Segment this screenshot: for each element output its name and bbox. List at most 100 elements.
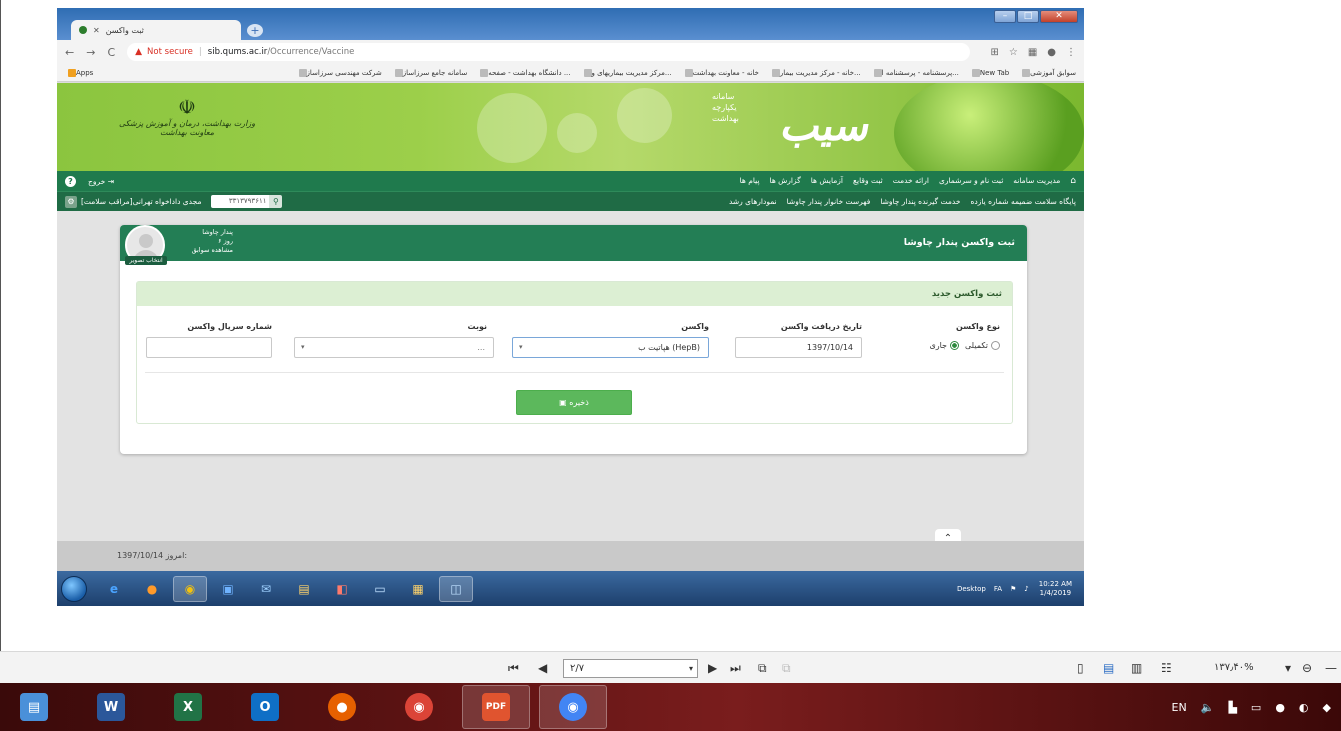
tray-app-icon[interactable]: ◆ bbox=[1323, 701, 1331, 714]
media-icon[interactable]: ◧ bbox=[325, 576, 359, 602]
task-outlook[interactable]: O bbox=[231, 685, 299, 729]
inner-lang[interactable]: FA bbox=[994, 585, 1002, 593]
bookmark-item[interactable]: شرکت مهندسی سرزاساز bbox=[296, 68, 382, 77]
bookmark-item[interactable]: خانه - معاونت بهداشت bbox=[682, 68, 759, 77]
notification-icon[interactable]: ● bbox=[1275, 701, 1285, 714]
vaccine-type-label: نوع واکسن bbox=[956, 322, 1000, 331]
tray-lang[interactable]: EN bbox=[1172, 701, 1187, 714]
firefox-icon[interactable]: ● bbox=[135, 576, 169, 602]
dose-select[interactable]: ▾... bbox=[294, 337, 494, 358]
volume-icon[interactable]: ♪ bbox=[1024, 585, 1028, 593]
search-input[interactable]: ۳۳۱۳۷۹۳۶۱۱ bbox=[211, 195, 270, 208]
columns-icon[interactable]: ☷ bbox=[1161, 661, 1172, 675]
monitor-icon[interactable]: ▭ bbox=[1251, 701, 1261, 714]
maximize-icon[interactable]: □ bbox=[1017, 10, 1039, 23]
forward-icon[interactable]: → bbox=[86, 46, 95, 59]
paste-icon[interactable]: ⧉ bbox=[782, 661, 791, 676]
back-icon[interactable]: ← bbox=[65, 46, 74, 59]
apps-bookmark[interactable]: Apps bbox=[65, 68, 93, 77]
receive-date-input[interactable]: 1397/10/14 bbox=[735, 337, 862, 358]
outlook-icon[interactable]: ▣ bbox=[211, 576, 245, 602]
task-firefox[interactable]: ● bbox=[308, 685, 376, 729]
sub-nav-item[interactable]: خدمت گیرنده پندار چاوشا bbox=[880, 197, 960, 206]
start-orb-icon[interactable] bbox=[61, 575, 87, 602]
bookmark-item[interactable]: دانشگاه بهداشت - صفحه ... bbox=[477, 68, 571, 77]
sub-nav-item[interactable]: پایگاه سلامت ضمیمه شماره یازده bbox=[970, 197, 1076, 206]
home-icon[interactable]: ⌂ bbox=[1070, 176, 1076, 186]
user-label[interactable]: مجدی داداخواه تهرانی[مراقب سلامت] bbox=[81, 197, 201, 206]
task-word[interactable]: W bbox=[77, 685, 145, 729]
close-window-icon[interactable]: ✕ bbox=[1040, 10, 1078, 23]
radio-current[interactable]: جاری bbox=[929, 341, 959, 350]
zoom-out-icon[interactable]: ⊖ bbox=[1302, 661, 1312, 675]
search-icon[interactable]: ⚲ bbox=[269, 195, 283, 208]
folder-icon[interactable]: ▦ bbox=[401, 576, 435, 602]
tray-app-icon[interactable]: ◐ bbox=[1299, 701, 1309, 714]
prev-page-icon[interactable]: ◀ bbox=[538, 661, 547, 675]
main-nav-item[interactable]: مدیریت سامانه bbox=[1013, 176, 1060, 186]
app-window-icon[interactable]: ◫ bbox=[439, 575, 473, 602]
zoom-slider-icon[interactable]: — bbox=[1325, 661, 1337, 675]
task-pdf[interactable]: PDF bbox=[462, 685, 530, 729]
calculator-icon[interactable]: ▤ bbox=[287, 576, 321, 602]
next-page-icon[interactable]: ▶ bbox=[708, 661, 717, 675]
page-number-select[interactable]: ۲/۷ ▾ bbox=[563, 659, 698, 678]
network-icon[interactable]: ▙ bbox=[1228, 701, 1236, 714]
profile-icon[interactable]: ● bbox=[1047, 47, 1056, 58]
radio-supplementary-circle[interactable] bbox=[991, 341, 1000, 350]
extension-icon[interactable]: ▦ bbox=[1028, 47, 1037, 58]
minimize-icon[interactable]: – bbox=[994, 10, 1016, 23]
browser-tab[interactable]: ✕ ثبت واکسن bbox=[71, 20, 241, 40]
zoom-value[interactable]: ۱۳۷٫۴۰% bbox=[1214, 662, 1254, 673]
main-nav-item[interactable]: گزارش ها bbox=[770, 176, 801, 186]
bookmark-item[interactable]: New Tab bbox=[969, 68, 1009, 77]
tab-close-icon[interactable]: ✕ bbox=[93, 26, 100, 35]
zoom-dropdown-icon[interactable]: ▾ bbox=[1285, 661, 1291, 675]
continuous-icon[interactable]: ▤ bbox=[1103, 661, 1114, 675]
sub-nav-item[interactable]: فهرست خانوار پندار چاوشا bbox=[787, 197, 871, 206]
star-icon[interactable]: ☆ bbox=[1009, 47, 1018, 58]
single-page-icon[interactable]: ▯ bbox=[1077, 661, 1084, 675]
reload-icon[interactable]: C bbox=[107, 46, 115, 59]
vaccine-select[interactable]: ▾ هپاتیت ب (HepB) bbox=[512, 337, 709, 358]
bookmark-item[interactable]: پرسشنامه - پرسشنامه ا... bbox=[871, 68, 959, 77]
last-page-icon[interactable]: ⏭ bbox=[730, 661, 741, 676]
task-chrome-active[interactable]: ◉ bbox=[539, 685, 607, 729]
serial-input[interactable] bbox=[146, 337, 272, 358]
inner-clock[interactable]: 10:22 AM 1/4/2019 bbox=[1039, 580, 1072, 598]
bookmark-item[interactable]: خانه - مرکز مدیریت بیمار... bbox=[769, 68, 861, 77]
first-page-icon[interactable]: ⏮ bbox=[508, 661, 519, 676]
view-history-link[interactable]: مشاهده سوابق bbox=[175, 246, 233, 255]
help-icon[interactable]: ? bbox=[65, 175, 76, 187]
ie-icon[interactable]: e bbox=[97, 576, 131, 602]
settings-icon[interactable]: ⚙ bbox=[65, 195, 77, 208]
desktop-label[interactable]: Desktop bbox=[957, 585, 986, 593]
menu-icon[interactable]: ⋮ bbox=[1066, 47, 1076, 58]
volume-icon[interactable]: 🔈 bbox=[1201, 701, 1215, 714]
main-nav-item[interactable]: پیام ها bbox=[740, 176, 760, 186]
chrome-icon[interactable]: ◉ bbox=[173, 575, 207, 602]
save-button[interactable]: ▣ ذخیره bbox=[516, 390, 632, 415]
radio-supplementary[interactable]: تکمیلی bbox=[965, 341, 1000, 350]
main-nav-item[interactable]: آزمایش ها bbox=[811, 176, 843, 186]
choose-photo-button[interactable]: انتخاب تصویر bbox=[125, 256, 167, 265]
copy-icon[interactable]: ⧉ bbox=[758, 661, 767, 676]
task-excel[interactable]: X bbox=[154, 685, 222, 729]
new-tab-button[interactable]: + bbox=[247, 24, 263, 37]
bookmark-item[interactable]: سوابق آموزشی bbox=[1019, 68, 1076, 77]
omnibox[interactable]: ▲ Not secure | sib.qums.ac.ir/Occurrence… bbox=[127, 43, 971, 61]
main-nav-item[interactable]: ثبت وقایع bbox=[853, 176, 883, 186]
main-nav-item[interactable]: ثبت نام و سرشماری bbox=[939, 176, 1003, 186]
translate-icon[interactable]: ⊞ bbox=[990, 47, 998, 58]
task-chrome[interactable]: ◉ bbox=[385, 685, 453, 729]
sub-nav-item[interactable]: نمودارهای رشد bbox=[729, 197, 777, 206]
main-nav-item[interactable]: ارائه خدمت bbox=[893, 176, 929, 186]
exit-link[interactable]: ? خروج ⇥ bbox=[65, 175, 114, 187]
task-explorer[interactable]: ▤ bbox=[0, 685, 68, 729]
two-page-icon[interactable]: ▥ bbox=[1131, 661, 1142, 675]
radio-current-circle[interactable] bbox=[950, 341, 959, 350]
bookmark-item[interactable]: مرکز مدیریت بیماریهای و... bbox=[581, 68, 672, 77]
window-switch-icon[interactable]: ▭ bbox=[363, 576, 397, 602]
mail-icon[interactable]: ✉ bbox=[249, 576, 283, 602]
bookmark-item[interactable]: سامانه جامع سرزاساز bbox=[392, 68, 467, 77]
